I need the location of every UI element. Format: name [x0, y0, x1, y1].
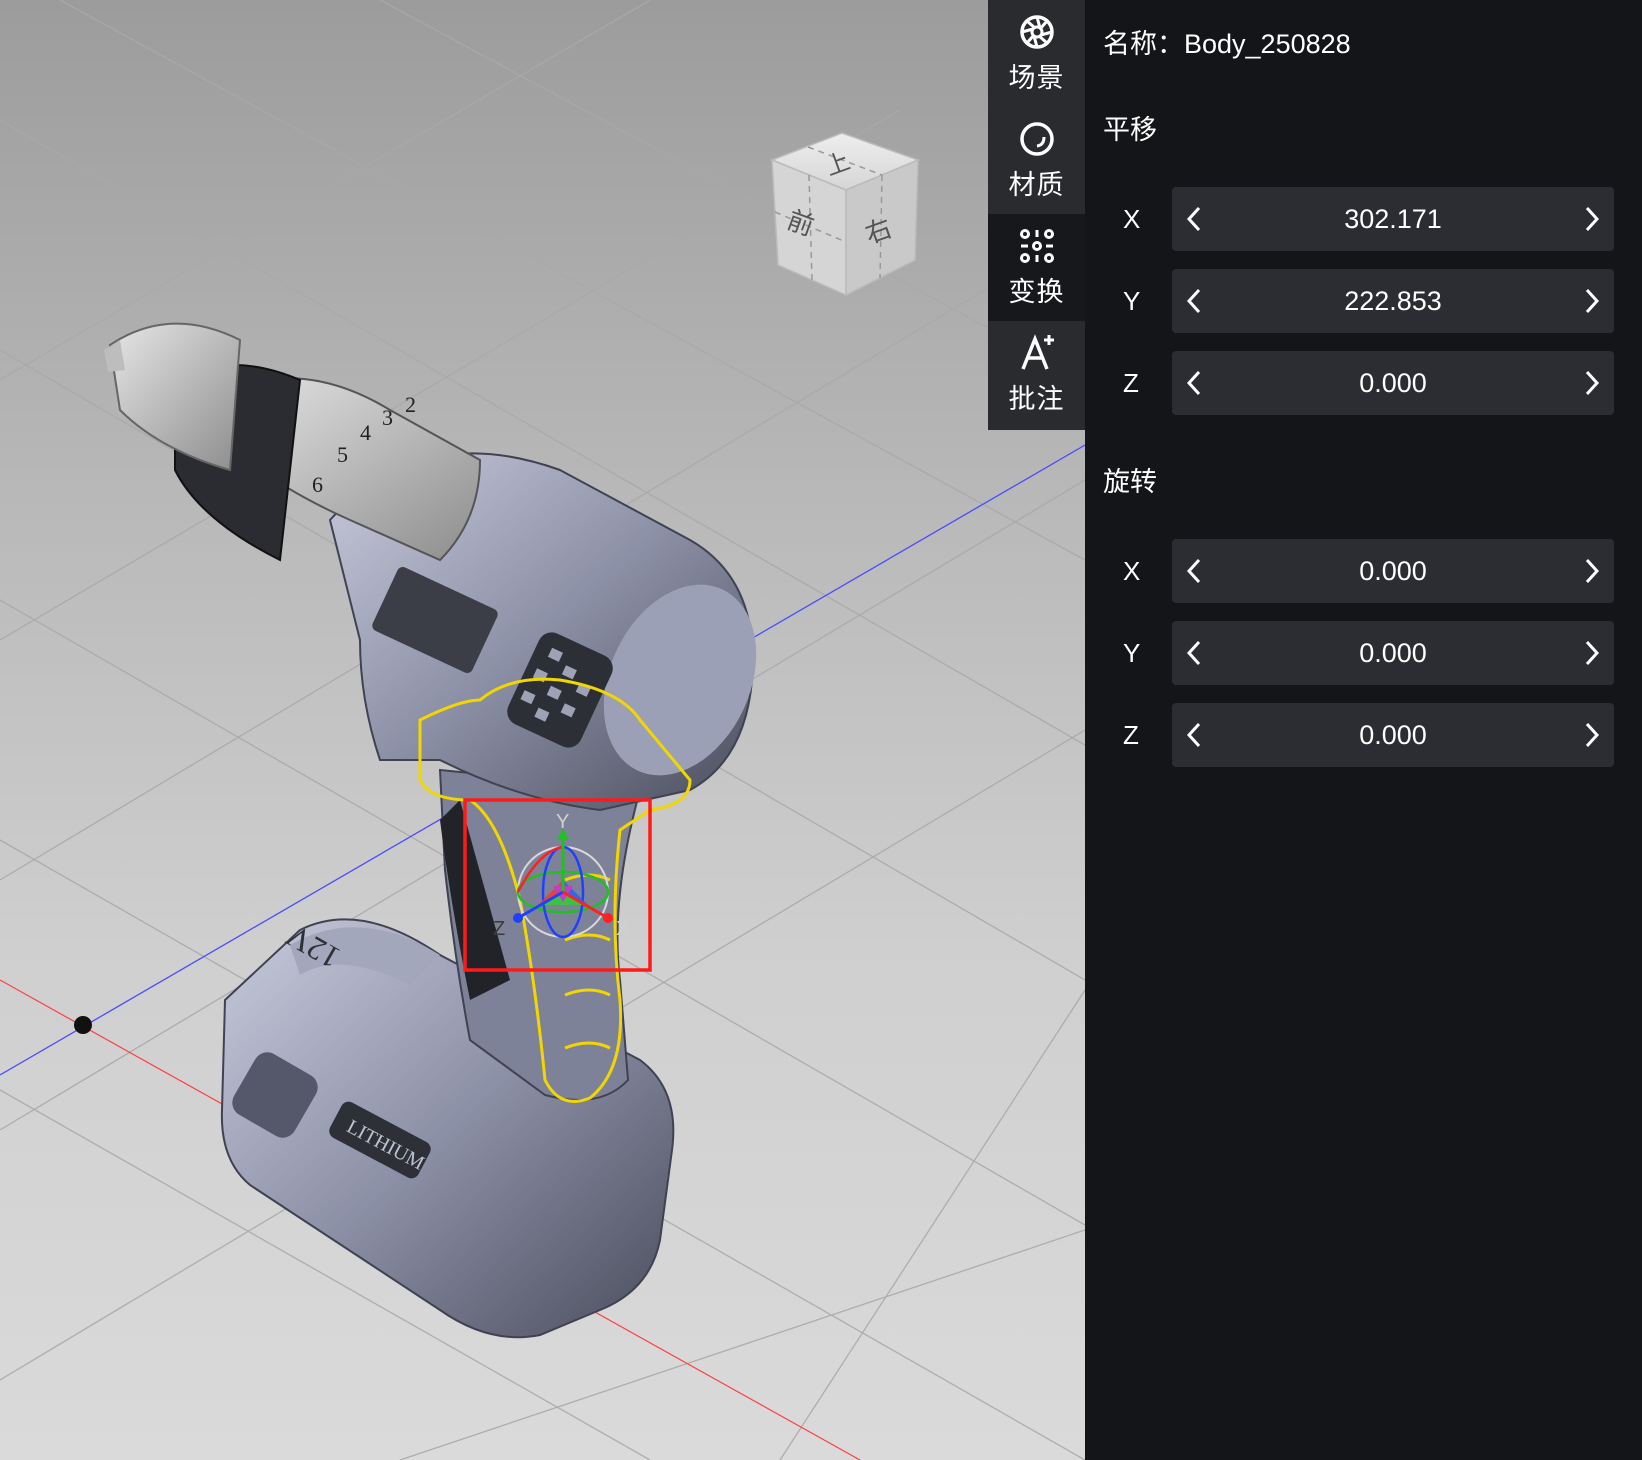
toolbar-item-transform[interactable]: 变换 — [988, 214, 1085, 321]
3d-viewport[interactable]: LITHIUM 12V 2 3 4 5 6 Y Z X 上 前 右 — [0, 0, 1085, 1460]
svg-text:5: 5 — [337, 442, 348, 467]
chevron-right-icon — [1585, 206, 1600, 232]
decrement-button[interactable] — [1174, 351, 1214, 415]
svg-text:2: 2 — [405, 392, 416, 417]
axis-label: Z — [1123, 720, 1139, 750]
toolbar-item-label: 材质 — [1008, 170, 1065, 200]
chevron-right-icon — [1585, 722, 1600, 748]
rotate-z-input[interactable] — [1222, 703, 1564, 767]
properties-panel: 名称：Body_250828 平移 X Y Z — [1085, 0, 1642, 1460]
object-name-label: 名称： — [1103, 29, 1184, 59]
annotate-icon — [1020, 334, 1054, 370]
rotate-y-input[interactable] — [1222, 621, 1564, 685]
view-cube[interactable]: 上 前 右 — [769, 132, 921, 297]
rotate-x-row: X — [1085, 539, 1642, 603]
decrement-button[interactable] — [1174, 621, 1214, 685]
increment-button[interactable] — [1572, 351, 1612, 415]
translate-y-input[interactable] — [1222, 269, 1564, 333]
gizmo-x-label: X — [616, 918, 629, 940]
axis-label: X — [1123, 556, 1141, 586]
rotate-section-title: 旋转 — [1103, 467, 1157, 497]
chuck — [108, 322, 242, 472]
toolbar-item-material[interactable]: 材质 — [988, 107, 1085, 214]
translate-x-row: X — [1085, 187, 1642, 251]
scene-canvas[interactable]: LITHIUM 12V 2 3 4 5 6 Y Z X 上 前 右 — [0, 0, 1085, 1460]
gizmo-z-label: Z — [493, 918, 505, 940]
toolbar-item-annotate[interactable]: 批注 — [988, 321, 1085, 428]
chevron-left-icon — [1186, 722, 1201, 748]
svg-text:3: 3 — [382, 405, 393, 430]
chevron-right-icon — [1585, 288, 1600, 314]
translate-y-stepper — [1172, 269, 1614, 333]
chevron-left-icon — [1186, 640, 1201, 666]
object-name: 名称：Body_250828 — [1103, 22, 1351, 61]
chevron-left-icon — [1186, 206, 1201, 232]
chevron-right-icon — [1585, 640, 1600, 666]
translate-x-input[interactable] — [1222, 187, 1564, 251]
increment-button[interactable] — [1572, 621, 1612, 685]
side-toolbar: 场景 材质 变换 批注 — [988, 0, 1085, 430]
increment-button[interactable] — [1572, 703, 1612, 767]
gizmo-y-label: Y — [556, 811, 569, 833]
chevron-left-icon — [1186, 370, 1201, 396]
decrement-button[interactable] — [1174, 539, 1214, 603]
chevron-right-icon — [1585, 558, 1600, 584]
axis-label: Z — [1123, 368, 1139, 398]
circle-icon — [1019, 122, 1054, 156]
translate-y-row: Y — [1085, 269, 1642, 333]
decrement-button[interactable] — [1174, 269, 1214, 333]
chevron-right-icon — [1585, 370, 1600, 396]
toolbar-item-label: 变换 — [1008, 277, 1065, 307]
increment-button[interactable] — [1572, 187, 1612, 251]
translate-z-stepper — [1172, 351, 1614, 415]
translate-z-row: Z — [1085, 351, 1642, 415]
origin-point — [74, 1016, 92, 1034]
increment-button[interactable] — [1572, 539, 1612, 603]
toolbar-item-label: 场景 — [1008, 63, 1065, 93]
drill-model: LITHIUM 12V 2 3 4 5 6 — [104, 322, 757, 1339]
translate-x-stepper — [1172, 187, 1614, 251]
axis-label: Y — [1123, 638, 1141, 668]
svg-text:4: 4 — [360, 420, 371, 445]
chevron-left-icon — [1186, 288, 1201, 314]
decrement-button[interactable] — [1174, 187, 1214, 251]
rotate-z-row: Z — [1085, 703, 1642, 767]
decrement-button[interactable] — [1174, 703, 1214, 767]
toolbar-item-scene[interactable]: 场景 — [988, 0, 1085, 107]
increment-button[interactable] — [1572, 269, 1612, 333]
translate-section-title: 平移 — [1103, 115, 1157, 145]
toolbar-item-label: 批注 — [1008, 384, 1065, 414]
chevron-left-icon — [1186, 558, 1201, 584]
object-name-value: Body_250828 — [1184, 29, 1351, 59]
aperture-icon — [1019, 15, 1054, 49]
rotate-x-input[interactable] — [1222, 539, 1564, 603]
translate-z-input[interactable] — [1222, 351, 1564, 415]
svg-text:6: 6 — [312, 472, 323, 497]
transform-grid-icon — [1019, 229, 1054, 263]
rotate-y-stepper — [1172, 621, 1614, 685]
rotate-z-stepper — [1172, 703, 1614, 767]
rotate-x-stepper — [1172, 539, 1614, 603]
axis-label: Y — [1123, 286, 1141, 316]
rotate-y-row: Y — [1085, 621, 1642, 685]
axis-label: X — [1123, 204, 1141, 234]
